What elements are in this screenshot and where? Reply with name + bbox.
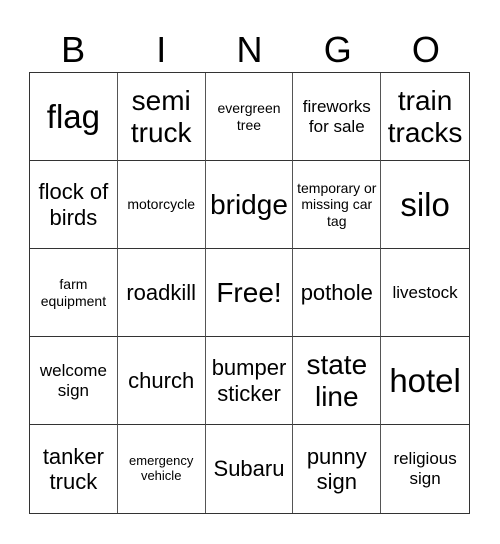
bingo-header: B I N G O	[29, 28, 470, 72]
bingo-cell[interactable]: religious sign	[381, 425, 469, 513]
bingo-cell[interactable]: emergency vehicle	[118, 425, 206, 513]
free-space[interactable]: Free!	[205, 249, 294, 337]
bingo-cell[interactable]: punny sign	[293, 425, 382, 513]
bingo-cell[interactable]: train tracks	[381, 73, 469, 161]
header-letter-i: I	[156, 29, 167, 70]
bingo-cell[interactable]: livestock	[381, 249, 469, 337]
header-letter-n: N	[236, 29, 263, 70]
bingo-cell[interactable]: fireworks for sale	[293, 73, 382, 161]
header-letter-b: B	[61, 29, 86, 70]
bingo-cell[interactable]: state line	[293, 337, 382, 425]
bingo-cell[interactable]: church	[117, 337, 206, 425]
bingo-cell[interactable]: motorcycle	[117, 161, 206, 249]
bingo-cell[interactable]: Subaru	[206, 425, 294, 513]
bingo-cell[interactable]: farm equipment	[30, 249, 118, 337]
bingo-cell[interactable]: roadkill	[117, 249, 206, 337]
bingo-cell[interactable]: bridge	[205, 161, 294, 249]
bingo-cell[interactable]: evergreen tree	[205, 73, 294, 161]
bingo-cell[interactable]: welcome sign	[30, 337, 118, 425]
bingo-cell[interactable]: temporary or missing car tag	[293, 161, 382, 249]
header-letter-o: O	[411, 29, 440, 70]
bingo-board: flag semi truck evergreen tree fireworks…	[29, 72, 470, 514]
bingo-cell[interactable]: tanker truck	[30, 425, 118, 513]
bingo-cell[interactable]: flock of birds	[30, 161, 118, 249]
bingo-cell[interactable]: pothole	[293, 249, 382, 337]
bingo-cell[interactable]: bumper sticker	[205, 337, 294, 425]
bingo-cell[interactable]: flag	[30, 73, 118, 161]
bingo-cell[interactable]: silo	[381, 161, 469, 249]
bingo-cell[interactable]: hotel	[381, 337, 469, 425]
bingo-cell[interactable]: semi truck	[117, 73, 206, 161]
header-letter-g: G	[323, 29, 352, 70]
